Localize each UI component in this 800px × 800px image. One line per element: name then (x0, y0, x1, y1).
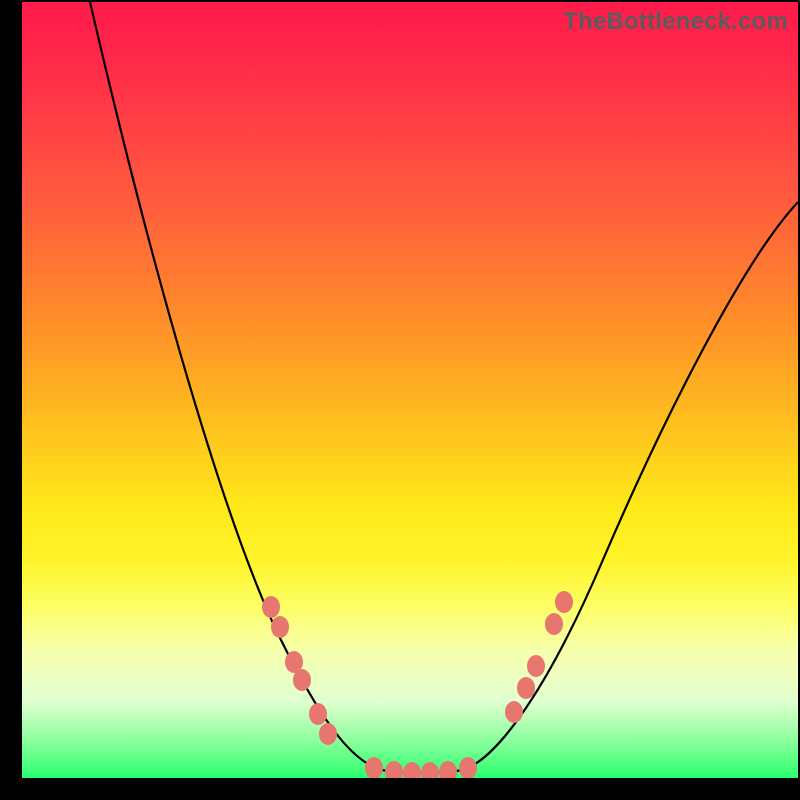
curve-marker (517, 677, 535, 699)
curve-marker (545, 613, 563, 635)
curve-marker (403, 762, 421, 778)
curve-marker (439, 761, 457, 778)
curve-marker (421, 762, 439, 778)
chart-frame: TheBottleneck.com (0, 0, 800, 800)
curve-markers (262, 591, 573, 778)
curve-marker (505, 701, 523, 723)
bottleneck-curve (90, 2, 798, 773)
curve-marker (262, 596, 280, 618)
curve-marker (319, 723, 337, 745)
curve-marker (365, 757, 383, 778)
plot-area: TheBottleneck.com (22, 2, 798, 778)
curve-marker (271, 616, 289, 638)
curve-marker (555, 591, 573, 613)
curve-marker (385, 761, 403, 778)
curve-marker (527, 655, 545, 677)
chart-svg (22, 2, 798, 778)
curve-marker (459, 757, 477, 778)
curve-marker (309, 703, 327, 725)
curve-marker (293, 669, 311, 691)
